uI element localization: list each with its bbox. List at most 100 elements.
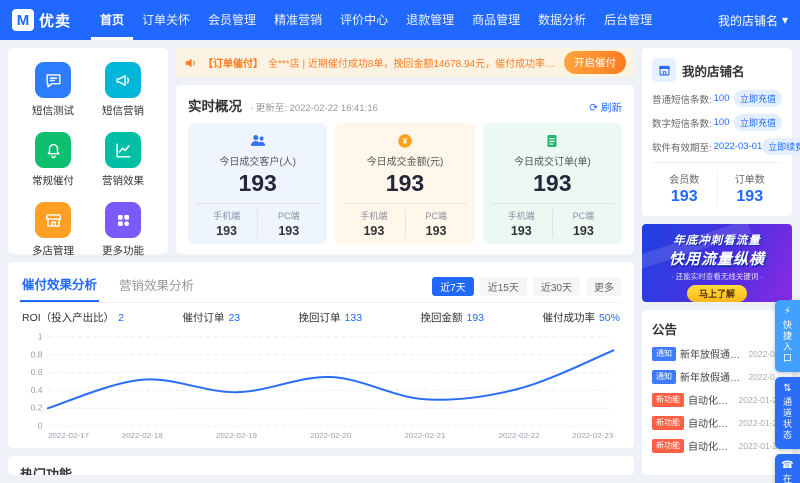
notice-badge: 新功能 xyxy=(652,438,684,453)
row-value: 100 xyxy=(713,117,730,128)
svg-text:0.8: 0.8 xyxy=(31,350,43,360)
pc-label: PC端 xyxy=(278,211,300,221)
storefront-icon xyxy=(35,202,71,238)
announcement-bar: 【订单催付】 全***店 | 近期催付成功8单，挽回金额14678.94元，催付… xyxy=(176,48,634,77)
range-30d[interactable]: 近30天 xyxy=(532,276,580,296)
license-expiry-row: 软件有效期至: 2022-03-01 立即续费 xyxy=(652,138,800,155)
tab-label: 快捷入口 xyxy=(782,320,792,364)
hot-features-title: 热门功能 xyxy=(20,467,73,475)
tile-label: 多店管理 xyxy=(32,245,74,257)
sms-test-icon xyxy=(35,62,71,98)
announcement-tag: 【订单催付】 xyxy=(203,59,263,70)
shop-account-menu[interactable]: 我的店铺名 ▾ xyxy=(718,12,788,29)
nav-item-data-analysis[interactable]: 数据分析 xyxy=(529,0,595,40)
nav-item-precision-marketing[interactable]: 精准营销 xyxy=(265,0,331,40)
online-service-tab[interactable]: ☎ 在线咨询 xyxy=(775,454,800,483)
megaphone-icon xyxy=(105,62,141,98)
shop-icon xyxy=(652,58,676,82)
sidebar-item-marketing-effect[interactable]: 营销效果 xyxy=(88,132,158,188)
metric-reminder-orders: 催付订单 23 xyxy=(182,312,241,324)
nav-item-review-center[interactable]: 评价中心 xyxy=(331,0,397,40)
sidebar-item-sms-marketing[interactable]: 短信营销 xyxy=(88,62,158,118)
banner-headline: 年底冲刺看流量 xyxy=(673,235,761,247)
sidebar-item-multi-store[interactable]: 多店管理 xyxy=(18,202,88,258)
tab-marketing-effect[interactable]: 营销效果分析 xyxy=(117,271,196,301)
row-label: 软件有效期至: xyxy=(652,142,712,154)
tab-label: 通道状态 xyxy=(782,397,792,441)
main-nav: 首页 订单关怀 会员管理 精准营销 评价中心 退款管理 商品管理 数据分析 后台… xyxy=(91,0,718,40)
sms-balance-row: 普通短信条数: 100 立即充值 xyxy=(652,90,782,107)
nav-item-member-management[interactable]: 会员管理 xyxy=(199,0,265,40)
stat-label: 今日成交金额(元) xyxy=(366,157,444,168)
tile-label: 更多功能 xyxy=(102,245,144,257)
nav-item-backend-management[interactable]: 后台管理 xyxy=(595,0,661,40)
notice-item[interactable]: 新功能 自动化营销功能上线 2022-01-25 xyxy=(652,392,782,407)
announcement-text: 全***店 | 近期催付成功8单，挽回金额14678.94元，催付成功率1.00… xyxy=(268,59,559,70)
tile-label: 短信测试 xyxy=(32,105,74,117)
my-shop-card: 我的店铺名 普通短信条数: 100 立即充值 数字短信条数: 100 立即充值 … xyxy=(642,48,800,216)
range-7d[interactable]: 近7天 xyxy=(432,276,474,296)
banner-cta-button[interactable]: 马上了解 xyxy=(686,285,747,302)
recharge-button[interactable]: 立即充值 xyxy=(733,114,782,131)
stat-value: 193 xyxy=(385,170,425,196)
notice-item[interactable]: 新功能 自动化营销功能上线 2022-01-25 xyxy=(652,438,782,453)
notice-item[interactable]: 新功能 自动化营销功能上线 2022-01-25 xyxy=(652,415,782,430)
row-value: 100 xyxy=(713,93,730,104)
recharge-button[interactable]: 立即充值 xyxy=(733,90,782,107)
refresh-label: 刷新 xyxy=(601,102,622,114)
notice-badge: 通知 xyxy=(652,346,676,361)
tab-reminder-effect[interactable]: 催付效果分析 xyxy=(20,270,100,302)
realtime-overview-card: 实时概况 · 更新至: 2022-02-22 16:41:16 ⟳ 刷新 今日成… xyxy=(176,85,634,254)
yuan-coin-icon: ¥ xyxy=(398,134,412,148)
grid-icon xyxy=(105,202,141,238)
notice-item[interactable]: 通知 新年放假通知！！！ 2022-0... xyxy=(652,346,782,361)
promo-banner[interactable]: 年底冲刺看流量 快用流量纵横 · 还能实时查看无线关键词 · 马上了解 xyxy=(642,224,792,302)
logo-text: 优卖 xyxy=(39,12,72,30)
renew-button[interactable]: 立即续费 xyxy=(762,138,800,155)
sidebar-item-payment-reminder[interactable]: 常规催付 xyxy=(18,132,88,188)
customers-icon xyxy=(250,135,265,146)
pc-value: 193 xyxy=(278,224,300,238)
nav-item-home[interactable]: 首页 xyxy=(91,0,133,40)
refresh-button[interactable]: ⟳ 刷新 xyxy=(589,100,622,115)
sidebar-item-sms-test[interactable]: 短信测试 xyxy=(18,62,88,118)
announcements-title: 公告 xyxy=(652,323,678,337)
tile-label: 营销效果 xyxy=(102,175,144,187)
lightning-icon: ⚡ xyxy=(783,306,792,317)
bell-icon xyxy=(35,132,71,168)
metric-recovered-amount: 挽回金额 193 xyxy=(420,312,485,324)
stat-card-customers: 今日成交客户(人) 193 手机端 193 PC端 193 xyxy=(188,123,328,244)
shop-account-label: 我的店铺名 xyxy=(717,13,778,28)
range-15d[interactable]: 近15天 xyxy=(479,276,527,296)
notice-badge: 新功能 xyxy=(652,415,684,430)
stat-label: 今日成交订单(单) xyxy=(513,157,591,168)
nav-item-order-care[interactable]: 订单关怀 xyxy=(133,0,199,40)
svg-text:2022-02-20: 2022-02-20 xyxy=(310,431,352,440)
app-logo[interactable]: M 优卖 xyxy=(12,9,71,31)
mobile-label: 手机端 xyxy=(360,211,388,221)
channel-status-tab[interactable]: ⇅ 通道状态 xyxy=(775,377,800,449)
row-label: 普通短信条数: xyxy=(652,94,712,106)
range-more[interactable]: 更多 xyxy=(586,276,622,296)
quick-entry-tab[interactable]: ⚡ 快捷入口 xyxy=(775,300,800,372)
svg-text:2022-02-18: 2022-02-18 xyxy=(122,431,163,440)
order-receipt-icon xyxy=(547,135,557,147)
logo-m-icon: M xyxy=(12,9,34,31)
floating-side-tabs: ⚡ 快捷入口 ⇅ 通道状态 ☎ 在线咨询 xyxy=(775,300,800,483)
nav-item-refund-management[interactable]: 退款管理 xyxy=(397,0,463,40)
metric-success-rate: 催付成功率 50% xyxy=(542,312,620,324)
banner-subheadline: 快用流量纵横 xyxy=(668,251,765,268)
stat-card-amount: ¥ 今日成交金额(元) 193 手机端 193 PC端 193 xyxy=(335,123,475,244)
notice-item[interactable]: 通知 新年放假通知！！！ 2022-0... xyxy=(652,369,782,384)
nav-item-product-management[interactable]: 商品管理 xyxy=(463,0,529,40)
pc-value: 193 xyxy=(425,224,447,238)
sidebar-item-more-features[interactable]: 更多功能 xyxy=(88,202,158,258)
notice-text: 新年放假通知！！！ xyxy=(680,350,744,361)
page-body: 短信测试 短信营销 常规催付 营销效果 多店管理 更多功能 【订单催付】 全**… xyxy=(0,40,800,483)
svg-text:2022-02-21: 2022-02-21 xyxy=(404,431,445,440)
start-reminder-button[interactable]: 开启催付 xyxy=(564,51,626,74)
trend-chart-area: 0 0.2 0.4 0.6 0.8 1 2022-02-17 2022-02-18 2022-0… xyxy=(20,329,622,444)
stat-label: 会员数 xyxy=(669,175,700,186)
svg-text:2022-02-17: 2022-02-17 xyxy=(48,431,89,440)
tile-label: 常规催付 xyxy=(32,175,74,187)
